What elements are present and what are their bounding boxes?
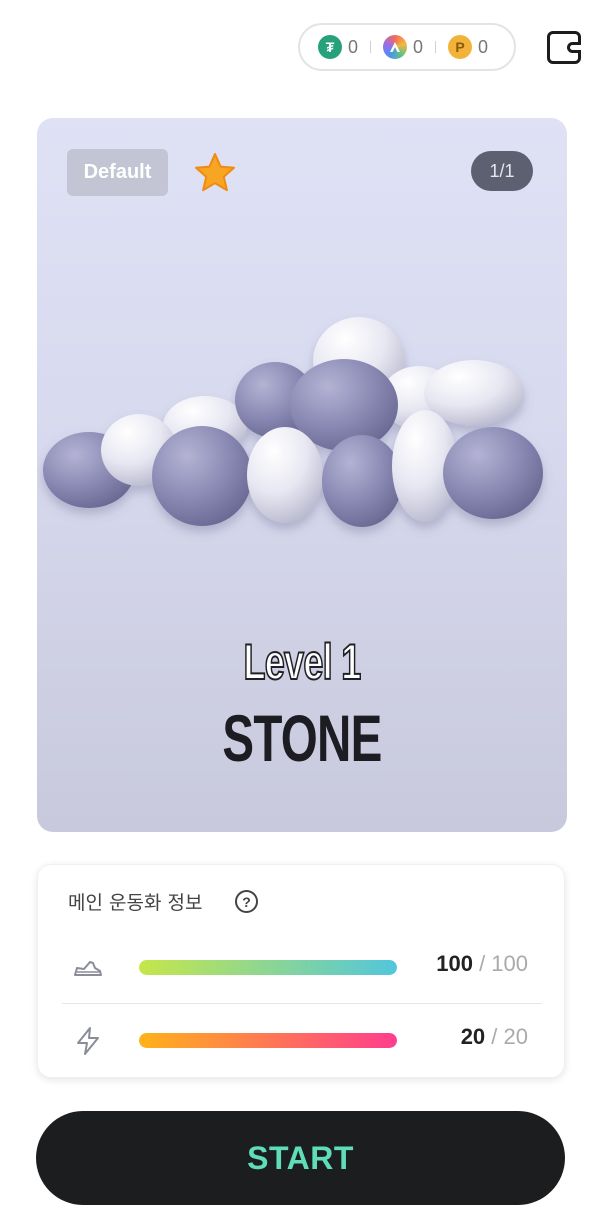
- wallet-clasp: [567, 42, 581, 53]
- sneaker-name: STONE: [222, 701, 382, 775]
- durability-bar: [139, 960, 397, 975]
- info-title: 메인 운동화 정보: [68, 892, 203, 914]
- tether-coin-icon: ₮: [318, 35, 342, 59]
- tether-balance: 0: [348, 36, 359, 57]
- a-token-balance: 0: [413, 36, 424, 57]
- start-button[interactable]: START: [36, 1111, 565, 1205]
- separator: [370, 41, 372, 53]
- sneaker-icon: [74, 961, 102, 976]
- energy-value: 20 / 20: [460, 1024, 528, 1049]
- energy-bar-fill: [139, 1033, 397, 1048]
- stat-row-durability: 100 / 100: [38, 938, 566, 998]
- a-token-icon: [383, 35, 408, 59]
- wallet-icon[interactable]: [547, 31, 581, 64]
- lightning-icon: [77, 1027, 99, 1055]
- main-sneaker-info-panel: 메인 운동화 정보 ? 100 / 100 20 / 20: [37, 864, 565, 1078]
- star-icon[interactable]: [193, 152, 237, 194]
- currency-tether: ₮ 0: [318, 25, 358, 69]
- page-indicator: 1/1: [471, 151, 533, 191]
- currency-point: P 0: [448, 25, 488, 69]
- p-point-icon: P: [448, 35, 473, 59]
- stone-sneaker-image: [43, 317, 543, 527]
- sneaker-card[interactable]: Default 1/1 Level 1 STONE: [37, 118, 567, 832]
- durability-bar-fill: [139, 960, 397, 975]
- point-balance: 0: [478, 36, 489, 57]
- divider: [62, 1003, 542, 1004]
- default-badge: Default: [67, 149, 168, 196]
- stat-row-energy: 20 / 20: [38, 1011, 566, 1071]
- durability-value: 100 / 100: [436, 951, 528, 976]
- currency-balance-pill[interactable]: ₮ 0 0 P 0: [298, 23, 516, 71]
- separator: [435, 41, 437, 53]
- sneaker-level: Level 1: [243, 633, 362, 691]
- currency-a-token: 0: [383, 25, 423, 69]
- question-icon[interactable]: ?: [235, 890, 258, 913]
- energy-bar: [139, 1033, 397, 1048]
